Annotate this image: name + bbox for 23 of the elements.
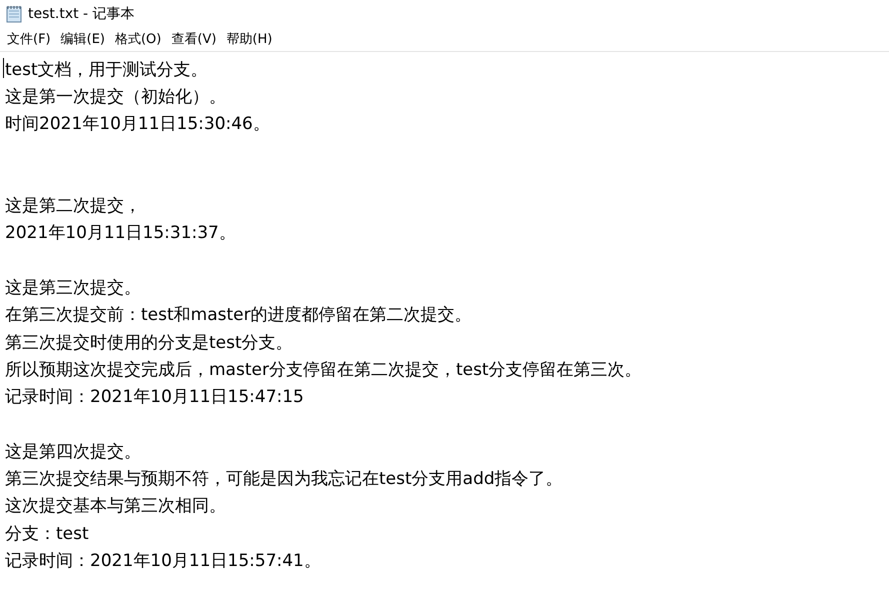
window-title: test.txt - 记事本 [28, 4, 135, 24]
text-line: 这是第二次提交， [5, 195, 141, 218]
menu-item[interactable]: 文件(F) [2, 30, 56, 50]
notepad-icon [6, 5, 22, 23]
text-line: 第三次提交时使用的分支是test分支。 [5, 332, 293, 354]
text-line: 这是第三次提交。 [5, 277, 141, 300]
text-line: 记录时间：2021年10月11日15:47:15 [5, 386, 304, 408]
menu-item[interactable]: 查看(V) [166, 30, 222, 50]
text-line: 时间2021年10月11日15:30:46。 [5, 113, 270, 136]
text-line: test文档，用于测试分支。 [5, 58, 208, 81]
menu-item[interactable]: 格式(O) [110, 30, 166, 50]
menu-item[interactable]: 帮助(H) [221, 30, 278, 50]
text-line: 所以预期这次提交完成后，master分支停留在第二次提交，test分支停留在第三次。 [5, 358, 642, 381]
text-line: 在第三次提交前：test和master的进度都停留在第二次提交。 [5, 304, 472, 326]
menu-item[interactable]: 编辑(E) [56, 30, 110, 50]
text-line: 记录时间：2021年10月11日15:57:41。 [5, 550, 321, 572]
text-line: 分支：test [5, 522, 89, 545]
text-line: 第三次提交结果与预期不符，可能是因为我忘记在test分支用add指令了。 [5, 468, 563, 490]
text-line: 这是第四次提交。 [5, 440, 141, 463]
text-line: 这是第一次提交（初始化）。 [5, 86, 226, 108]
text-line: 这次提交基本与第三次相同。 [5, 495, 226, 518]
text-line: 2021年10月11日15:31:37。 [5, 222, 236, 244]
text-caret [3, 58, 4, 78]
